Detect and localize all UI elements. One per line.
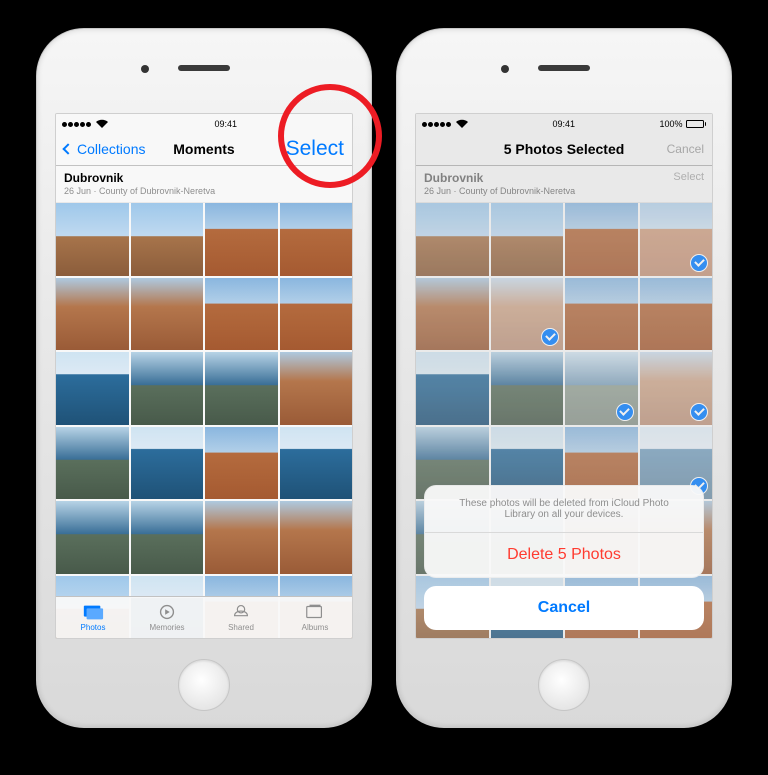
photo-thumb[interactable] <box>280 501 353 574</box>
delete-photos-button[interactable]: Delete 5 Photos <box>425 533 703 577</box>
tab-label: Shared <box>228 623 254 632</box>
iphone-device-left: 09:41 Collections Moments Select Dubrovn… <box>36 28 372 728</box>
photo-thumb[interactable] <box>280 278 353 351</box>
tab-label: Albums <box>302 623 329 632</box>
photo-thumb[interactable] <box>280 203 353 276</box>
clock: 09:41 <box>214 119 237 129</box>
photo-thumb[interactable] <box>205 501 278 574</box>
photo-thumb[interactable] <box>205 352 278 425</box>
moment-header[interactable]: Dubrovnik 26 Jun · County of Dubrovnik-N… <box>56 166 352 203</box>
iphone-device-right: 09:41 100% 5 Photos Selected Cancel Dubr… <box>396 28 732 728</box>
moment-subtitle: 26 Jun · County of Dubrovnik-Neretva <box>64 186 215 196</box>
tab-label: Photos <box>81 623 106 632</box>
photo-thumb[interactable] <box>131 352 204 425</box>
speaker <box>178 65 230 71</box>
back-button[interactable]: Collections <box>64 141 145 157</box>
photo-thumb[interactable] <box>56 427 129 500</box>
screen-left: 09:41 Collections Moments Select Dubrovn… <box>55 113 353 639</box>
tab-bar: Photos Memories Shared Albums <box>56 596 352 638</box>
tab-label: Memories <box>149 623 184 632</box>
photo-thumb[interactable] <box>56 352 129 425</box>
chevron-left-icon <box>62 143 73 154</box>
speaker <box>538 65 590 71</box>
action-sheet-message: These photos will be deleted from iCloud… <box>425 486 703 532</box>
memories-icon <box>156 603 178 621</box>
photo-thumb[interactable] <box>56 501 129 574</box>
screen-right: 09:41 100% 5 Photos Selected Cancel Dubr… <box>415 113 713 639</box>
shared-icon <box>230 603 252 621</box>
photo-thumb[interactable] <box>56 203 129 276</box>
home-button[interactable] <box>178 659 230 711</box>
home-button[interactable] <box>538 659 590 711</box>
photo-thumb[interactable] <box>205 278 278 351</box>
photo-thumb[interactable] <box>56 278 129 351</box>
tab-memories[interactable]: Memories <box>130 597 204 638</box>
albums-icon <box>304 603 326 621</box>
select-button[interactable]: Select <box>286 137 344 161</box>
photos-icon <box>82 603 104 621</box>
photo-thumb[interactable] <box>131 501 204 574</box>
wifi-icon <box>96 119 108 130</box>
photo-thumb[interactable] <box>205 427 278 500</box>
photo-grid <box>56 203 352 639</box>
photo-thumb[interactable] <box>280 427 353 500</box>
front-camera <box>501 65 509 73</box>
tab-shared[interactable]: Shared <box>204 597 278 638</box>
action-sheet: These photos will be deleted from iCloud… <box>424 485 704 630</box>
back-label: Collections <box>77 141 145 157</box>
front-camera <box>141 65 149 73</box>
nav-bar: Collections Moments Select <box>56 132 352 166</box>
tab-albums[interactable]: Albums <box>278 597 352 638</box>
status-bar: 09:41 <box>56 114 352 132</box>
action-sheet-cancel-button[interactable]: Cancel <box>424 586 704 630</box>
photo-thumb[interactable] <box>131 278 204 351</box>
photo-thumb[interactable] <box>280 352 353 425</box>
moment-location: Dubrovnik <box>64 171 215 185</box>
photo-thumb[interactable] <box>131 427 204 500</box>
tab-photos[interactable]: Photos <box>56 597 130 638</box>
photo-thumb[interactable] <box>131 203 204 276</box>
photo-thumb[interactable] <box>205 203 278 276</box>
signal-dots-icon <box>62 119 92 129</box>
